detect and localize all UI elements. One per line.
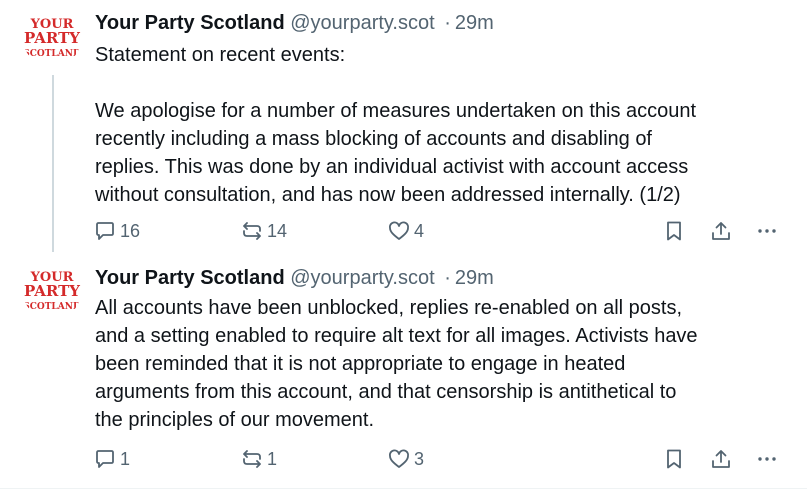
repost-icon bbox=[243, 450, 261, 468]
bookmark-icon bbox=[667, 449, 681, 469]
repost-button[interactable]: 14 bbox=[240, 216, 287, 246]
post[interactable]: YOUR PARTY SCOTLAND Your Party Scotland … bbox=[0, 252, 807, 492]
post[interactable]: YOUR PARTY SCOTLAND Your Party Scotland … bbox=[0, 0, 807, 250]
post-timestamp[interactable]: 29m bbox=[455, 12, 494, 34]
more-icon bbox=[758, 457, 776, 461]
like-button[interactable]: 3 bbox=[387, 444, 424, 474]
header-separator: · bbox=[444, 267, 451, 289]
repost-count: 14 bbox=[267, 220, 288, 241]
like-count: 4 bbox=[414, 220, 425, 241]
heart-icon bbox=[389, 221, 409, 240]
share-button[interactable] bbox=[709, 444, 733, 474]
share-icon bbox=[712, 450, 730, 468]
bookmark-button[interactable] bbox=[662, 444, 686, 474]
repost-button[interactable]: 1 bbox=[240, 444, 277, 474]
post-actions: 1 1 3 bbox=[0, 444, 807, 474]
post-actions: 16 14 4 bbox=[0, 216, 807, 246]
like-button[interactable]: 4 bbox=[387, 216, 424, 246]
post-text: All accounts have been unblocked, replie… bbox=[95, 297, 698, 431]
share-button[interactable] bbox=[709, 216, 733, 246]
author-handle[interactable]: @yourparty.scot bbox=[290, 12, 434, 34]
bookmark-icon bbox=[667, 221, 681, 241]
share-icon bbox=[712, 222, 730, 240]
reply-button[interactable]: 1 bbox=[93, 444, 130, 474]
avatar-word-2: PARTY bbox=[24, 29, 80, 47]
feed-divider bbox=[0, 488, 807, 489]
reply-count: 1 bbox=[120, 448, 131, 469]
repost-icon bbox=[243, 222, 261, 240]
party-logo-icon: YOUR PARTY SCOTLAND bbox=[23, 262, 81, 320]
author-handle[interactable]: @yourparty.scot bbox=[290, 267, 434, 289]
avatar[interactable]: YOUR PARTY SCOTLAND bbox=[23, 262, 81, 320]
post-timestamp[interactable]: 29m bbox=[455, 267, 494, 289]
post-text: Statement on recent events: We apologise… bbox=[95, 44, 697, 206]
bookmark-button[interactable] bbox=[662, 216, 686, 246]
reply-icon bbox=[96, 450, 114, 468]
reply-icon bbox=[96, 222, 114, 240]
like-count: 3 bbox=[414, 448, 425, 469]
avatar-word-3: SCOTLAND bbox=[23, 49, 81, 59]
repost-count: 1 bbox=[267, 448, 278, 469]
avatar-word-3: SCOTLAND bbox=[23, 302, 81, 312]
author-name[interactable]: Your Party Scotland bbox=[95, 12, 285, 34]
reply-button[interactable]: 16 bbox=[93, 216, 140, 246]
reply-count: 16 bbox=[120, 220, 141, 241]
header-separator: · bbox=[444, 12, 451, 34]
party-logo-icon: YOUR PARTY SCOTLAND bbox=[23, 9, 81, 67]
more-options-button[interactable] bbox=[755, 444, 779, 474]
avatar[interactable]: YOUR PARTY SCOTLAND bbox=[23, 9, 81, 67]
more-icon bbox=[758, 229, 776, 233]
post-header: Your Party Scotland @yourparty.scot · 29m bbox=[95, 264, 494, 292]
avatar-word-2: PARTY bbox=[24, 282, 80, 300]
author-name[interactable]: Your Party Scotland bbox=[95, 267, 285, 289]
feed: YOUR PARTY SCOTLAND Your Party Scotland … bbox=[0, 0, 807, 492]
more-options-button[interactable] bbox=[755, 216, 779, 246]
post-header: Your Party Scotland @yourparty.scot · 29m bbox=[95, 9, 494, 37]
heart-icon bbox=[389, 449, 409, 468]
